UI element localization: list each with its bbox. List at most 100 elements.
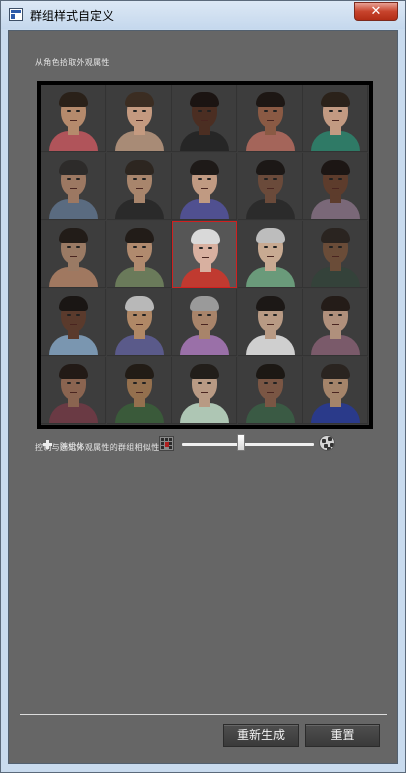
character-cell[interactable] (172, 289, 238, 356)
character-hair (190, 92, 220, 107)
close-button[interactable]: ✕ (354, 2, 398, 21)
character-eye-left (132, 382, 137, 384)
character-eye-right (141, 110, 146, 112)
similarity-section-label: 控制与选定外观属性的群组相似性 (35, 443, 160, 452)
character-hair (59, 364, 88, 379)
character-cell[interactable] (106, 221, 172, 288)
character-cell[interactable] (106, 357, 172, 424)
character-cell[interactable] (172, 221, 238, 288)
character-mouth (266, 392, 274, 393)
character-eye-left (132, 314, 137, 316)
character-eye-right (272, 178, 277, 180)
character-cell[interactable] (303, 153, 369, 220)
similarity-slider-thumb[interactable] (237, 434, 246, 451)
character-eye-left (199, 247, 204, 249)
plus-icon[interactable] (43, 440, 52, 449)
character-cell[interactable] (237, 153, 303, 220)
character-mouth (202, 257, 210, 258)
character-hair (255, 296, 285, 311)
character-cell[interactable] (106, 289, 172, 356)
character-cell[interactable] (41, 153, 106, 220)
character-cell[interactable] (41, 289, 106, 356)
character-hair (124, 92, 154, 107)
character-cell[interactable] (41, 85, 106, 152)
character-hair (255, 364, 285, 379)
app-window-icon (9, 8, 23, 21)
character-mouth (332, 392, 340, 393)
character-eye-left (67, 382, 71, 384)
character-eye-left (198, 382, 203, 384)
character-hair (255, 92, 285, 107)
character-mouth (135, 256, 143, 257)
dialog-content: 从角色拾取外观属性 控制与选定外观属性的群组相似性 随机化 重新生成 重置 (8, 30, 398, 764)
character-eye-right (76, 382, 80, 384)
character-cell[interactable] (172, 357, 238, 424)
character-hair (191, 229, 221, 244)
character-hair (59, 160, 88, 175)
picker-section-label: 从角色拾取外观属性 (35, 58, 110, 67)
character-eye-right (207, 314, 212, 316)
character-hair (255, 228, 285, 243)
character-eye-left (67, 178, 71, 180)
character-hair (321, 228, 351, 243)
character-cell[interactable] (106, 153, 172, 220)
character-eye-left (263, 110, 268, 112)
character-eye-right (208, 247, 213, 249)
character-mouth (332, 324, 340, 325)
title-bar[interactable]: 群组样式自定义 ✕ (1, 1, 405, 29)
character-cell[interactable] (41, 221, 106, 288)
character-hair (321, 364, 351, 379)
character-cell[interactable] (237, 85, 303, 152)
character-eye-right (207, 178, 212, 180)
character-grid (41, 85, 369, 425)
character-cell[interactable] (106, 85, 172, 152)
character-cell[interactable] (303, 85, 369, 152)
character-hair (321, 160, 351, 175)
similar-crowd-icon (159, 436, 174, 451)
character-mouth (201, 120, 209, 121)
character-eye-right (76, 314, 80, 316)
character-mouth (332, 120, 340, 121)
character-cell[interactable] (237, 221, 303, 288)
character-eye-right (272, 110, 277, 112)
character-eye-left (263, 178, 268, 180)
character-eye-right (207, 382, 212, 384)
character-mouth (70, 120, 77, 121)
character-hair (124, 364, 154, 379)
window-title: 群组样式自定义 (30, 9, 115, 23)
character-cell[interactable] (172, 153, 238, 220)
character-hair (59, 296, 88, 311)
regenerate-button[interactable]: 重新生成 (223, 724, 299, 747)
character-mouth (70, 188, 77, 189)
character-cell[interactable] (237, 289, 303, 356)
dialog-window: 群组样式自定义 ✕ 从角色拾取外观属性 控制与选定外观属性的群组相似性 随机化 … (0, 0, 406, 773)
character-eye-left (198, 178, 203, 180)
character-hair (190, 296, 220, 311)
character-mouth (201, 324, 209, 325)
character-eye-left (198, 110, 203, 112)
character-mouth (70, 324, 77, 325)
character-cell[interactable] (172, 85, 238, 152)
character-hair (190, 160, 220, 175)
character-eye-left (67, 314, 71, 316)
character-cell[interactable] (303, 221, 369, 288)
reset-button[interactable]: 重置 (305, 724, 380, 747)
randomize-label[interactable]: 随机化 (60, 441, 84, 452)
character-eye-left (263, 314, 268, 316)
character-cell[interactable] (237, 357, 303, 424)
character-eye-right (141, 314, 146, 316)
character-mouth (266, 324, 274, 325)
character-mouth (266, 120, 274, 121)
character-mouth (135, 392, 143, 393)
character-cell[interactable] (303, 289, 369, 356)
character-cell[interactable] (41, 357, 106, 424)
footer-divider (20, 714, 387, 715)
varied-crowd-icon (319, 435, 335, 451)
character-eye-right (272, 382, 277, 384)
character-mouth (135, 188, 143, 189)
character-mouth (70, 392, 77, 393)
character-eye-left (132, 178, 137, 180)
character-cell[interactable] (303, 357, 369, 424)
character-mouth (266, 188, 274, 189)
similarity-slider-track[interactable] (182, 443, 314, 446)
